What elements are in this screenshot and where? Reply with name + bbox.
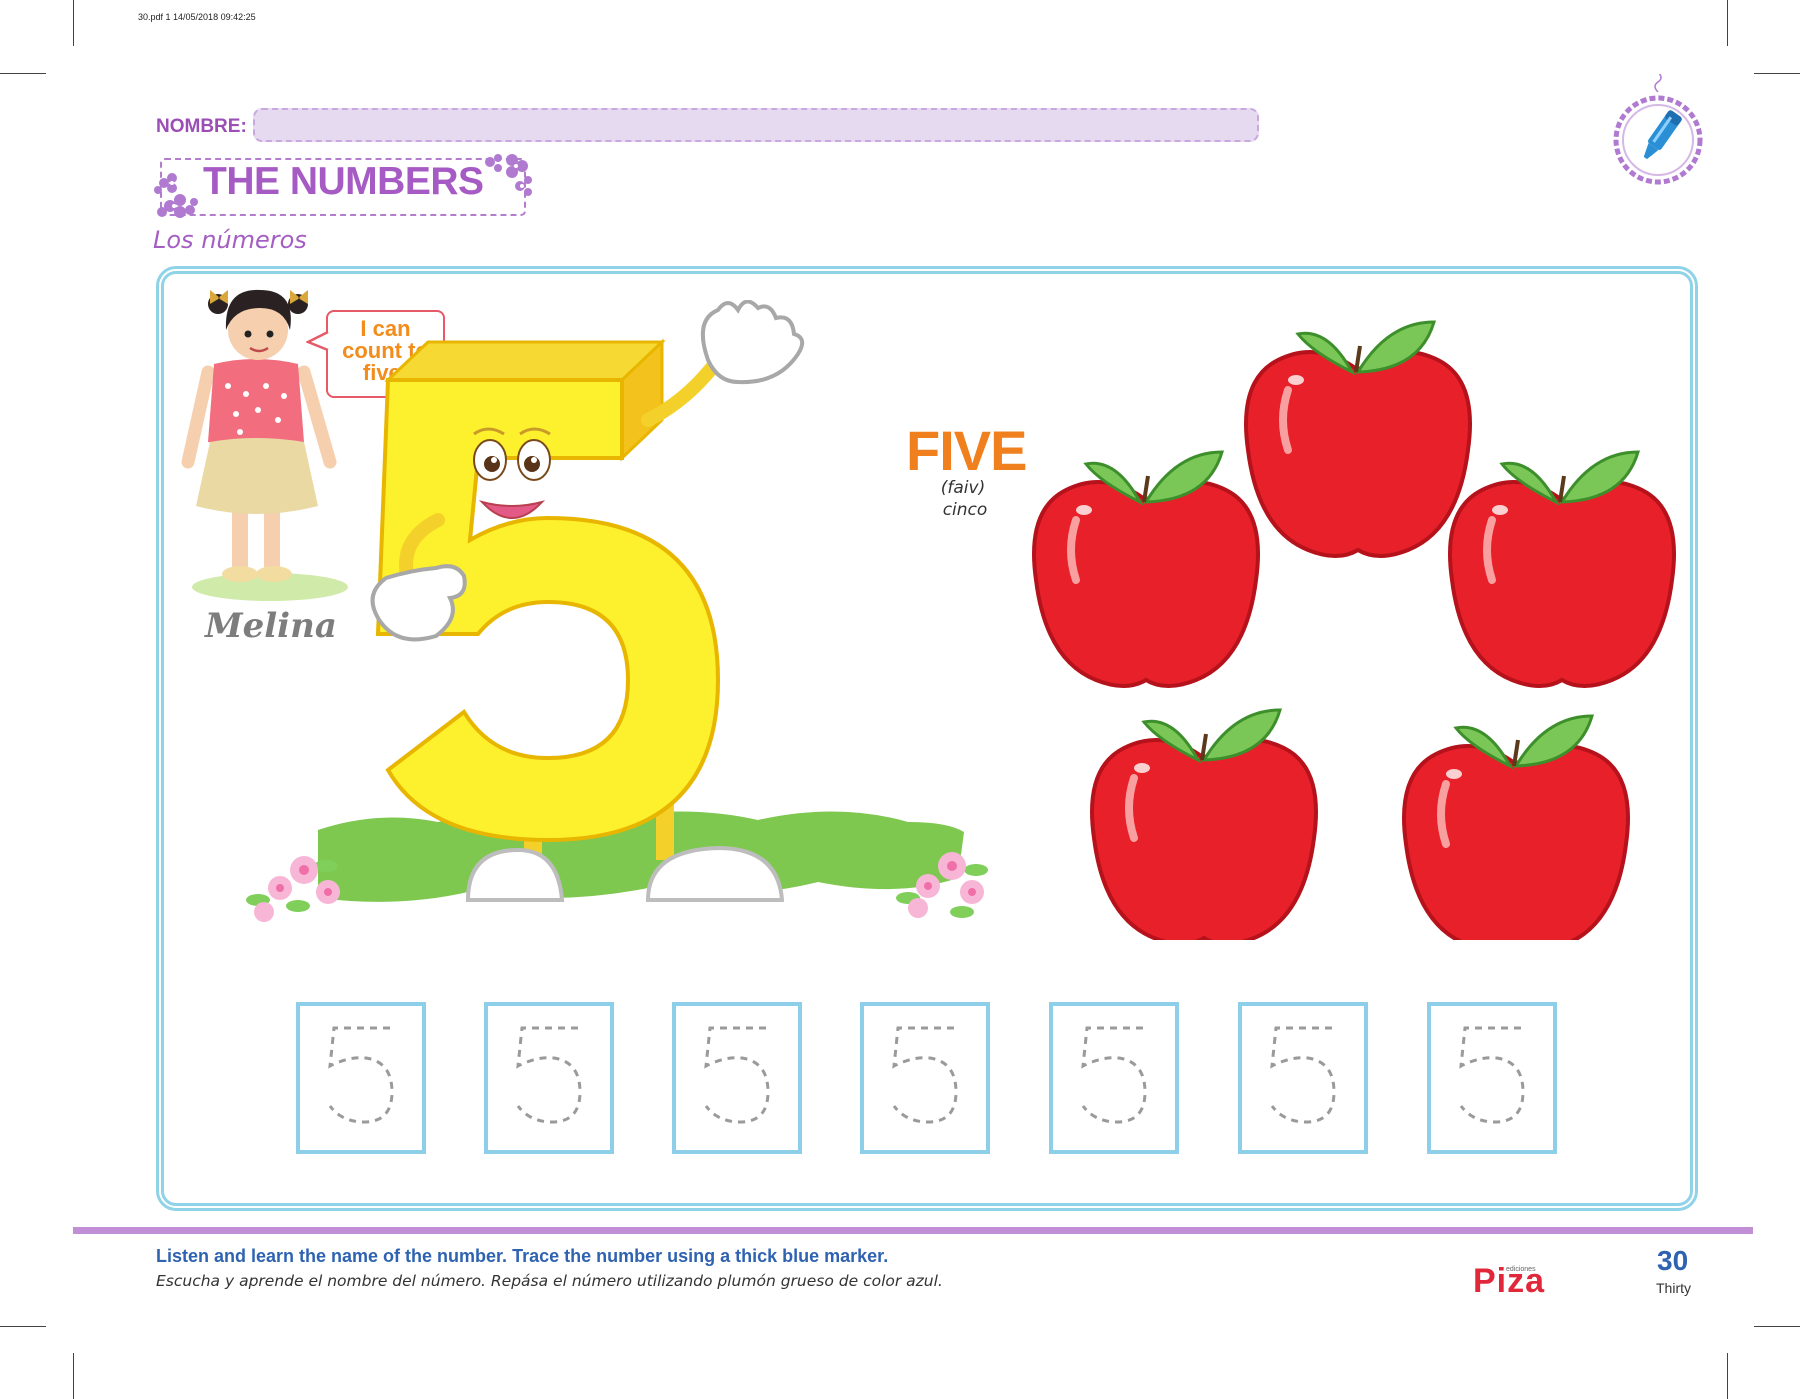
trace-box[interactable]: 5 [1238, 1002, 1368, 1154]
name-field[interactable] [253, 108, 1259, 142]
crop-mark [73, 0, 74, 46]
blue-marker-badge-icon [1613, 74, 1703, 185]
apples-group [1020, 300, 1680, 940]
dotted-five-guide [328, 1026, 394, 1124]
crop-mark [0, 1326, 46, 1327]
spanish-word: cinco [942, 500, 988, 520]
dotted-five-guide [704, 1026, 770, 1124]
instruction-spanish: Escucha y aprende el nombre del número. … [156, 1272, 943, 1290]
crop-mark [0, 73, 46, 74]
apple [1450, 452, 1674, 686]
trace-box[interactable]: 5 [860, 1002, 990, 1154]
apple [1092, 710, 1316, 940]
number-five-character [246, 300, 988, 922]
dotted-five-guide [1081, 1026, 1147, 1124]
dotted-five-guide [1270, 1026, 1336, 1124]
trace-box[interactable]: 5 [672, 1002, 802, 1154]
pronunciation: (faiv) [940, 478, 986, 498]
crop-mark [73, 1353, 74, 1399]
dotted-five-guide [892, 1026, 958, 1124]
trace-box[interactable]: 5 [296, 1002, 426, 1154]
dotted-five-guide [516, 1026, 582, 1124]
trace-box[interactable]: 5 [1049, 1002, 1179, 1154]
crop-mark [1754, 73, 1800, 74]
footer-divider [73, 1227, 1753, 1234]
apple [1246, 322, 1470, 556]
brand-logo: Piza [1473, 1262, 1546, 1300]
page-number-word: Thirty [1656, 1280, 1691, 1296]
print-metadata: 30.pdf 1 14/05/2018 09:42:25 [138, 12, 256, 22]
crop-mark [1727, 1353, 1728, 1399]
page-title: THE NUMBERS [203, 160, 484, 203]
apple [1034, 452, 1258, 686]
crop-mark [1754, 1326, 1800, 1327]
instruction-english: Listen and learn the name of the number.… [156, 1246, 889, 1266]
dotted-five-guide [1459, 1026, 1525, 1124]
apple [1404, 716, 1628, 940]
page-number: 30 [1657, 1245, 1689, 1276]
trace-box[interactable]: 5 [484, 1002, 614, 1154]
number-word: FIVE [906, 419, 1027, 482]
page-subtitle: Los números [153, 226, 307, 254]
trace-box[interactable]: 5 [1427, 1002, 1557, 1154]
name-label: NOMBRE: [156, 116, 247, 137]
crop-mark [1727, 0, 1728, 46]
